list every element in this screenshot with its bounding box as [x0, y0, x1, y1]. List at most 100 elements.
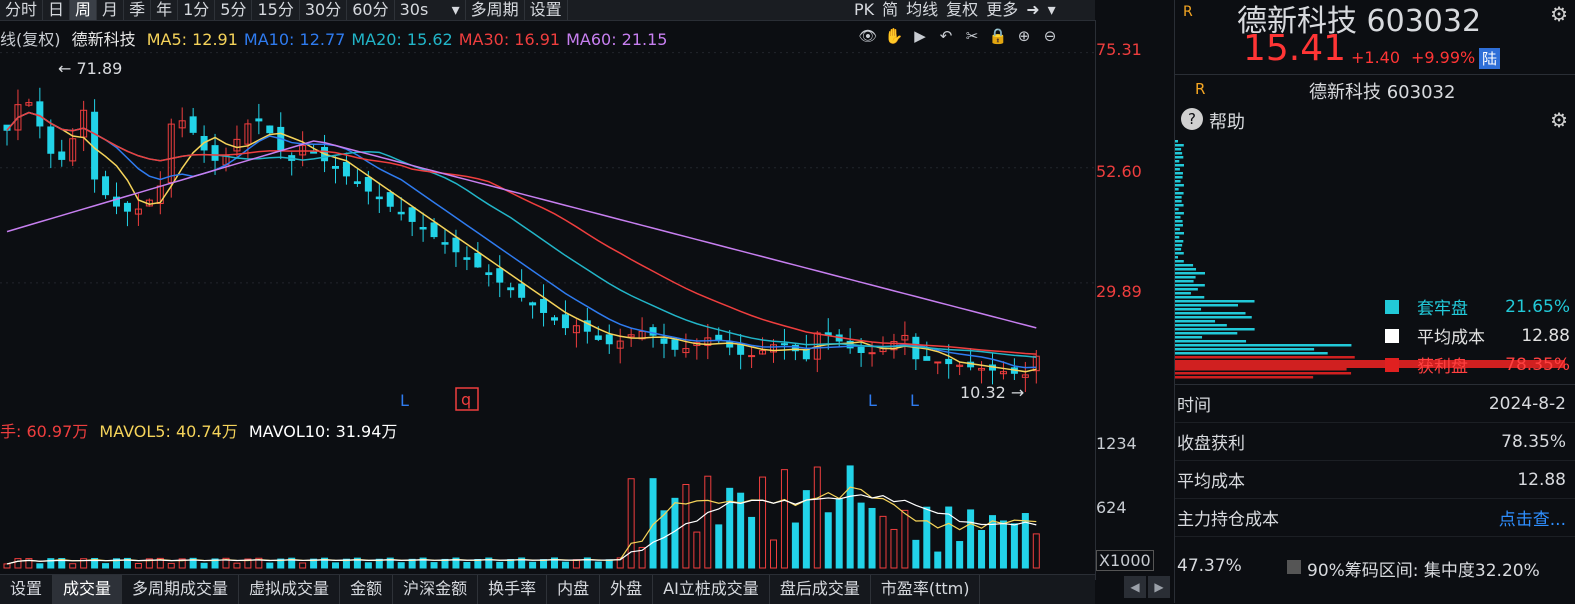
chip-bar: [1175, 228, 1180, 231]
chip-bar: [1175, 208, 1179, 211]
footer-left-value: 47.37%: [1177, 556, 1242, 576]
volume-bar: [36, 563, 44, 569]
marker-label: L: [868, 391, 877, 410]
toolbar-option-button[interactable]: 简: [878, 0, 902, 20]
volume-bar: [857, 502, 865, 569]
lock-icon[interactable]: 🔒: [988, 26, 1008, 46]
chip-swatch: [1385, 299, 1399, 314]
toolbar-option-button[interactable]: PK: [850, 0, 878, 20]
period-tab[interactable]: 15分: [252, 0, 300, 20]
indicator-tab[interactable]: 虚拟成交量: [239, 575, 341, 604]
candle-body: [419, 226, 427, 230]
scroll-right-icon[interactable]: ▶: [1148, 576, 1170, 598]
help-icon[interactable]: ?: [1181, 108, 1203, 130]
volume-bar: [802, 490, 810, 569]
chip-bar: [1175, 204, 1184, 207]
indicator-tab[interactable]: 换手率: [478, 575, 548, 604]
volume-bar: [233, 562, 241, 569]
chip-bar: [1175, 156, 1184, 159]
info-value[interactable]: 点击查...: [1499, 505, 1566, 530]
indicator-tab[interactable]: 设置: [0, 575, 54, 604]
period-tab[interactable]: 分时: [0, 0, 44, 20]
chip-bar: [1175, 284, 1205, 287]
undo-icon[interactable]: ↶: [936, 26, 956, 46]
indicator-tab[interactable]: 多周期成交量: [122, 575, 240, 604]
chip-bar: [1175, 252, 1184, 255]
indicator-tab[interactable]: 成交量: [53, 575, 123, 604]
indicator-tab[interactable]: 市盈率(ttm): [871, 575, 981, 604]
interval-select[interactable]: 30s ▾: [395, 0, 466, 20]
toolbar-extra-button[interactable]: 多周期: [466, 0, 525, 20]
chip-bar: [1175, 268, 1197, 271]
period-tab[interactable]: 5分: [215, 0, 253, 20]
indicator-tab[interactable]: 盘后成交量: [770, 575, 871, 604]
toolbar-option-button[interactable]: 复权: [942, 0, 982, 20]
chip-bar: [1175, 324, 1227, 327]
period-tab[interactable]: 周: [70, 0, 98, 20]
toolbar-option-button[interactable]: 均线: [902, 0, 942, 20]
volume-bar: [791, 522, 799, 569]
chip-bar: [1175, 316, 1252, 319]
zoom-out-icon[interactable]: ⊖: [1040, 26, 1060, 46]
period-tab[interactable]: 年: [151, 0, 179, 20]
volume-bar: [693, 531, 701, 569]
scissors-icon[interactable]: ✂: [962, 26, 982, 46]
volume-bar: [813, 466, 821, 569]
volume-bar: [167, 562, 175, 569]
eye-icon[interactable]: 👁: [858, 26, 878, 46]
chip-settings-gear-icon[interactable]: ⚙: [1550, 108, 1568, 132]
candle-body: [332, 165, 339, 169]
volume-bar: [266, 562, 274, 569]
indicator-tab[interactable]: 内盘: [547, 575, 601, 604]
period-tab[interactable]: 1分: [178, 0, 216, 20]
indicator-tab[interactable]: 外盘: [600, 575, 654, 604]
volume-bar: [737, 492, 745, 569]
zoom-in-icon[interactable]: ⊕: [1014, 26, 1034, 46]
chevron-down-icon[interactable]: ▾: [1044, 0, 1060, 20]
play-icon[interactable]: ▶: [910, 26, 930, 46]
settings-gear-icon[interactable]: ⚙: [1550, 2, 1568, 26]
chip-bar: [1175, 260, 1184, 263]
chip-bar: [1175, 332, 1238, 335]
volume-bar: [660, 510, 668, 569]
toolbar-extra-button[interactable]: 设置: [525, 0, 568, 20]
period-tab[interactable]: 月: [97, 0, 125, 20]
volume-bar: [605, 559, 613, 569]
period-tab[interactable]: 60分: [347, 0, 395, 20]
toolbar-option-button[interactable]: 更多: [982, 0, 1022, 20]
period-tab[interactable]: 日: [43, 0, 71, 20]
hand-icon[interactable]: ✋: [884, 26, 904, 46]
info-row: 时间 2024-8-2: [1175, 385, 1575, 423]
candle-body: [715, 334, 723, 341]
chip-bar: [1175, 272, 1205, 275]
candlestick-chart[interactable]: ← 71.89 10.32 → L L Lq: [0, 46, 1095, 414]
exit-icon[interactable]: ➜: [1022, 0, 1043, 20]
chip-label: 套牢盘: [1417, 299, 1468, 319]
volume-bar: [715, 524, 723, 569]
high-label: ← 71.89: [58, 59, 122, 78]
price-change-pct: +9.99%: [1411, 48, 1476, 67]
period-tab[interactable]: 季: [124, 0, 152, 20]
volume-bar: [69, 563, 77, 569]
chip-bar: [1175, 368, 1347, 371]
info-key: 平均成本: [1177, 472, 1245, 492]
indicator-tabs: 设置 成交量 多周期成交量 虚拟成交量 金额 沪深金额 换手率 内盘 外盘 AI立桩成交量 盘后成交…: [0, 574, 1095, 604]
period-tab[interactable]: 30分: [300, 0, 348, 20]
volume-chart[interactable]: [0, 440, 1095, 570]
chip-bar: [1175, 188, 1179, 191]
chip-bar: [1175, 192, 1184, 195]
candle-body: [529, 302, 537, 306]
exchange-badge: 陆: [1479, 48, 1501, 69]
chip-bar: [1175, 336, 1203, 339]
chip-bar: [1175, 344, 1352, 347]
chip-bar: [1175, 216, 1181, 219]
indicator-tab[interactable]: 沪深金额: [393, 575, 479, 604]
volume-bar: [430, 562, 438, 569]
indicator-tab[interactable]: AI立桩成交量: [653, 575, 770, 604]
scroll-left-icon[interactable]: ◀: [1124, 576, 1146, 598]
volume-bar: [726, 487, 734, 569]
volume-bar: [463, 561, 471, 569]
indicator-tab[interactable]: 金额: [340, 575, 394, 604]
volume-bar: [682, 483, 690, 569]
candle-body: [255, 118, 263, 122]
